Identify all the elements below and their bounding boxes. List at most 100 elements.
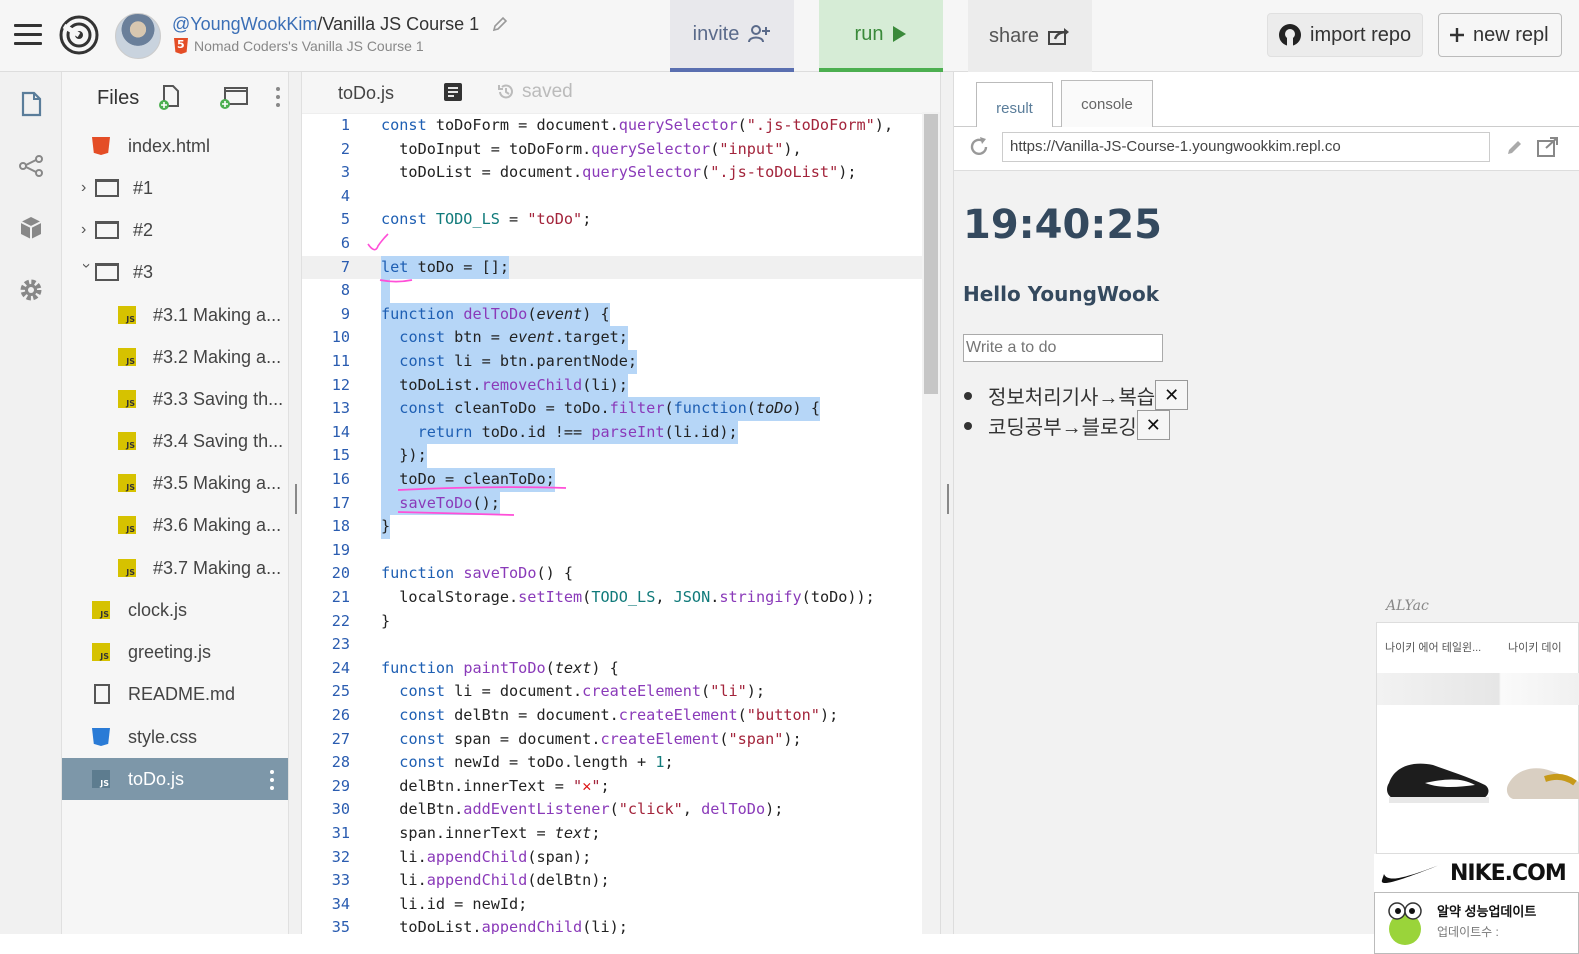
sidebar-rail xyxy=(0,72,62,934)
code-line[interactable]: 5 const TODO_LS = "toDo"; xyxy=(302,208,922,232)
share-button[interactable]: share xyxy=(968,0,1092,72)
file-item[interactable]: #3.1 Making a... xyxy=(62,294,288,336)
repl-name[interactable]: Vanilla JS Course 1 xyxy=(322,14,479,34)
code-line[interactable]: 23 xyxy=(302,633,922,657)
code-line[interactable]: 8 xyxy=(302,279,922,303)
editor-scrollbar-thumb[interactable] xyxy=(924,114,938,394)
more-options-icon[interactable] xyxy=(275,86,281,108)
code-line[interactable]: 20 function saveToDo() { xyxy=(302,562,922,586)
url-input[interactable]: https://Vanilla-JS-Course-1.youngwookkim… xyxy=(1002,132,1490,162)
delete-todo-button[interactable]: ✕ xyxy=(1155,380,1189,410)
code-line[interactable]: 28 const newId = toDo.length + 1; xyxy=(302,751,922,775)
code-line[interactable]: 34 li.id = newId; xyxy=(302,893,922,917)
file-item[interactable]: #3.6 Making a... xyxy=(62,504,288,546)
ad-product-card[interactable]: 나이키 에어 테일윈... 나이키 데이 xyxy=(1376,622,1579,854)
ad-popup[interactable]: ALYac 나이키 에어 테일윈... 나이키 데이 NIKE.COM 알약 성… xyxy=(1374,592,1579,954)
add-folder-icon[interactable] xyxy=(219,85,249,109)
files-icon[interactable] xyxy=(17,90,45,118)
code-line[interactable]: 11 const li = btn.parentNode; xyxy=(302,350,922,374)
file-options-icon[interactable] xyxy=(269,769,275,791)
invite-button[interactable]: invite xyxy=(670,0,794,72)
js-file-icon xyxy=(118,516,136,534)
file-item[interactable]: index.html xyxy=(62,125,288,167)
line-number: 24 xyxy=(331,658,350,677)
ad-product-title: 나이키 데이 xyxy=(1508,642,1562,654)
tab-console[interactable]: console xyxy=(1061,80,1153,128)
code-line[interactable]: 4 xyxy=(302,185,922,209)
code-line[interactable]: 14 return toDo.id !== parseInt(li.id); xyxy=(302,420,922,445)
tab-result[interactable]: result xyxy=(976,82,1053,128)
settings-gear-icon[interactable] xyxy=(17,276,45,304)
code-line[interactable]: 32 li.appendChild(span); xyxy=(302,846,922,870)
add-file-icon[interactable] xyxy=(159,84,181,110)
new-repl-button[interactable]: new repl xyxy=(1438,13,1562,57)
file-item[interactable]: style.css xyxy=(62,716,288,758)
replit-logo-icon[interactable] xyxy=(58,14,100,56)
file-item[interactable]: #3.7 Making a... xyxy=(62,547,288,589)
file-item[interactable]: #3.3 Saving th... xyxy=(62,378,288,420)
code-line[interactable]: 26 const delBtn = document.createElement… xyxy=(302,704,922,728)
code-line[interactable]: 6 xyxy=(302,232,922,256)
file-item[interactable]: #3.5 Making a... xyxy=(62,462,288,504)
code-line[interactable]: 27 const span = document.createElement("… xyxy=(302,728,922,752)
file-item[interactable]: clock.js xyxy=(62,589,288,631)
user-link[interactable]: @YoungWookKim xyxy=(172,14,317,34)
code-line[interactable]: 10 const btn = event.target; xyxy=(302,326,922,350)
line-number: 27 xyxy=(331,729,350,748)
open-new-tab-icon[interactable] xyxy=(1536,136,1560,158)
avatar[interactable] xyxy=(115,13,161,59)
reload-icon[interactable] xyxy=(968,136,990,158)
code-line[interactable]: 35 toDoList.appendChild(li); xyxy=(302,916,922,934)
code-area[interactable]: 1 const toDoForm = document.querySelector… xyxy=(302,114,922,934)
editor-tabs: toDo.js saved xyxy=(302,72,940,114)
code-line[interactable]: 16 toDo = cleanToDo; xyxy=(302,468,922,492)
code-line[interactable]: 25 const li = document.createElement("li… xyxy=(302,680,922,704)
code-line[interactable]: 33 li.appendChild(delBtn); xyxy=(302,869,922,893)
code-line[interactable]: 2 toDoInput = toDoForm.querySelector("in… xyxy=(302,138,922,162)
code-line[interactable]: 7 let toDo = []; xyxy=(302,255,922,280)
tab-todo-js[interactable]: toDo.js xyxy=(302,72,430,114)
import-repo-button[interactable]: import repo xyxy=(1267,13,1423,57)
code-line[interactable]: 29 delBtn.innerText = "✕"; xyxy=(302,775,922,799)
code-line[interactable]: 31 span.innerText = text; xyxy=(302,822,922,846)
github-icon xyxy=(1279,24,1301,46)
code-line[interactable]: 1 const toDoForm = document.querySelector… xyxy=(302,114,922,138)
code-line[interactable]: 22} xyxy=(302,610,922,634)
panel-resize-handle[interactable] xyxy=(940,72,954,934)
code-text: const span = document.createElement("spa… xyxy=(399,729,802,748)
file-item[interactable]: #3.4 Saving th... xyxy=(62,420,288,462)
code-line[interactable]: 13 const cleanToDo = toDo.filter(functio… xyxy=(302,397,922,421)
edit-pencil-icon[interactable] xyxy=(1506,138,1524,156)
folder-item[interactable]: › #3 xyxy=(62,251,288,293)
code-line[interactable]: 19 xyxy=(302,539,922,563)
delete-todo-button[interactable]: ✕ xyxy=(1136,410,1170,440)
code-line[interactable]: 9 function delToDo(event) { xyxy=(302,302,922,327)
panel-resize-handle[interactable] xyxy=(288,72,302,934)
share-nodes-icon[interactable] xyxy=(17,152,45,180)
code-line[interactable]: 12 toDoList.removeChild(li); xyxy=(302,373,922,398)
line-number: 11 xyxy=(331,352,350,370)
code-text: saveToDo(); xyxy=(381,491,500,516)
folder-item[interactable]: › #1 xyxy=(62,167,288,209)
edit-pencil-icon[interactable] xyxy=(492,16,508,32)
nike-banner[interactable]: NIKE.COM xyxy=(1374,854,1579,892)
folder-item[interactable]: › #2 xyxy=(62,209,288,251)
format-code-icon[interactable] xyxy=(444,83,462,101)
code-text: span.innerText = text; xyxy=(381,824,601,842)
packages-icon[interactable] xyxy=(17,214,45,242)
code-line[interactable]: 24 function paintToDo(text) { xyxy=(302,657,922,681)
file-item[interactable]: greeting.js xyxy=(62,631,288,673)
alyac-notification[interactable]: 알약 성능업데이트 업데이트수 : xyxy=(1374,892,1579,954)
code-line[interactable]: 17 saveToDo(); xyxy=(302,491,922,516)
code-line[interactable]: 21 localStorage.setItem(TODO_LS, JSON.st… xyxy=(302,586,922,610)
file-item[interactable]: #3.2 Making a... xyxy=(62,336,288,378)
code-line[interactable]: 3 toDoList = document.querySelector(".js… xyxy=(302,161,922,185)
code-line[interactable]: 30 delBtn.addEventListener("click", delT… xyxy=(302,798,922,822)
file-item[interactable]: README.md xyxy=(62,673,288,715)
run-button[interactable]: run xyxy=(819,0,943,72)
menu-icon[interactable] xyxy=(14,24,42,46)
code-line[interactable]: 15 }); xyxy=(302,444,922,468)
todo-input[interactable] xyxy=(963,334,1163,362)
code-line[interactable]: 18} xyxy=(302,515,922,539)
file-item-selected[interactable]: toDo.js xyxy=(62,758,288,800)
